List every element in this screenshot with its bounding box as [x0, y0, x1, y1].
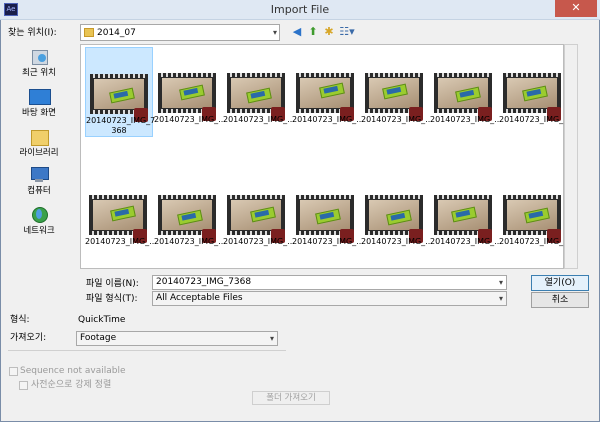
view-menu-icon[interactable]: ☷▾: [337, 24, 357, 40]
file-item[interactable]: 20140723_IMG_...: [154, 169, 226, 257]
file-item[interactable]: 20140723_IMG_...: [292, 169, 364, 257]
file-item[interactable]: 20140723_IMG_...: [430, 47, 502, 135]
file-item-label: 20140723_IMG_7 368: [86, 116, 156, 135]
file-item[interactable]: 20140723_IMG_...: [154, 47, 226, 135]
sequence-checkbox[interactable]: [9, 367, 18, 376]
import-as-select[interactable]: Footage ▾: [76, 331, 278, 346]
file-item[interactable]: 20140723_IMG_...: [499, 169, 571, 257]
file-item-label: 20140723_IMG_...: [292, 115, 364, 124]
close-button[interactable]: ✕: [555, 0, 597, 17]
file-item-label: 20140723_IMG_...: [223, 115, 295, 124]
place-computer[interactable]: 컴퓨터: [6, 166, 72, 197]
network-icon: [29, 206, 49, 224]
format-value: QuickTime: [78, 315, 126, 325]
open-button[interactable]: 열기(O): [531, 275, 589, 291]
file-item-label: 20140723_IMG_...: [223, 237, 295, 246]
file-item-label: 20140723_IMG_...: [430, 115, 502, 124]
filename-label: 파일 이름(N):: [86, 279, 139, 289]
recent-places-icon: [29, 48, 49, 66]
filetype-label: 파일 형식(T):: [86, 294, 138, 304]
chevron-down-icon: ▾: [498, 294, 503, 303]
file-list[interactable]: 20140723_IMG_7 368 20140723_IMG_... 2014072…: [80, 44, 571, 269]
file-item[interactable]: 20140723_IMG_...: [430, 169, 502, 257]
place-label: 최근 위치: [22, 68, 56, 78]
import-folder-button[interactable]: 폴더 가져오기: [252, 391, 330, 405]
force-alphabetical-checkbox[interactable]: [19, 381, 28, 390]
file-item-label: 20140723_IMG_...: [430, 237, 502, 246]
chevron-down-icon: ▾: [498, 278, 503, 287]
place-label: 라이브러리: [19, 148, 59, 158]
file-item-label: 20140723_IMG_...: [361, 237, 433, 246]
place-desktop[interactable]: 바탕 화면: [6, 88, 72, 119]
file-item[interactable]: 20140723_IMG_...: [361, 169, 433, 257]
place-network[interactable]: 네트워크: [6, 206, 72, 237]
file-item-label: 20140723_IMG_...: [499, 237, 571, 246]
place-libraries[interactable]: 라이브러리: [6, 128, 72, 159]
file-item[interactable]: 20140723_IMG_...: [361, 47, 433, 135]
file-item-label: 20140723_IMG_...: [85, 237, 157, 246]
look-in-label: 찾는 위치(I):: [8, 28, 57, 38]
file-item[interactable]: 20140723_IMG_...: [223, 47, 295, 135]
file-item[interactable]: 20140723_IMG_...: [85, 169, 157, 257]
format-label: 형식:: [10, 315, 30, 325]
file-item[interactable]: 20140723_IMG_...: [292, 47, 364, 135]
back-icon[interactable]: ◀: [289, 24, 305, 40]
filename-field[interactable]: 20140723_IMG_7368 ▾: [152, 275, 507, 290]
look-in-value: 2014_07: [97, 28, 136, 38]
up-folder-icon[interactable]: ⬆: [305, 24, 321, 40]
libraries-icon: [29, 128, 49, 146]
place-label: 바탕 화면: [22, 108, 56, 118]
file-item-label: 20140723_IMG_...: [292, 237, 364, 246]
new-folder-icon[interactable]: ✱: [321, 24, 337, 40]
filename-value: 20140723_IMG_7368: [156, 277, 252, 287]
file-item-label: 20140723_IMG_...: [361, 115, 433, 124]
filetype-value: All Acceptable Files: [156, 293, 243, 303]
import-as-label: 가져오기:: [10, 333, 47, 343]
file-item-label: 20140723_IMG_...: [499, 115, 571, 124]
place-recent[interactable]: 최근 위치: [6, 48, 72, 79]
place-label: 컴퓨터: [27, 186, 51, 196]
look-in-combo[interactable]: 2014_07 ▾: [80, 24, 280, 41]
file-item-label: 20140723_IMG_...: [154, 237, 226, 246]
force-alphabetical-label: 사전순으로 강제 정렬: [31, 380, 112, 390]
computer-icon: [29, 166, 49, 184]
desktop-icon: [29, 88, 51, 106]
file-list-scrollbar[interactable]: [564, 44, 578, 269]
divider: [8, 350, 286, 351]
file-item[interactable]: 20140723_IMG_...: [499, 47, 571, 135]
file-item[interactable]: 20140723_IMG_7 368: [85, 47, 156, 137]
cancel-button[interactable]: 취소: [531, 292, 589, 308]
chevron-down-icon: ▾: [269, 334, 274, 343]
folder-icon: [84, 28, 94, 37]
filetype-select[interactable]: All Acceptable Files ▾: [152, 291, 507, 306]
place-label: 네트워크: [23, 226, 55, 236]
sequence-label: Sequence not available: [20, 366, 126, 376]
import-as-value: Footage: [80, 333, 117, 343]
file-item-label: 20140723_IMG_...: [154, 115, 226, 124]
window-title: Import File: [270, 3, 330, 16]
file-item[interactable]: 20140723_IMG_...: [223, 169, 295, 257]
chevron-down-icon: ▾: [272, 28, 277, 37]
